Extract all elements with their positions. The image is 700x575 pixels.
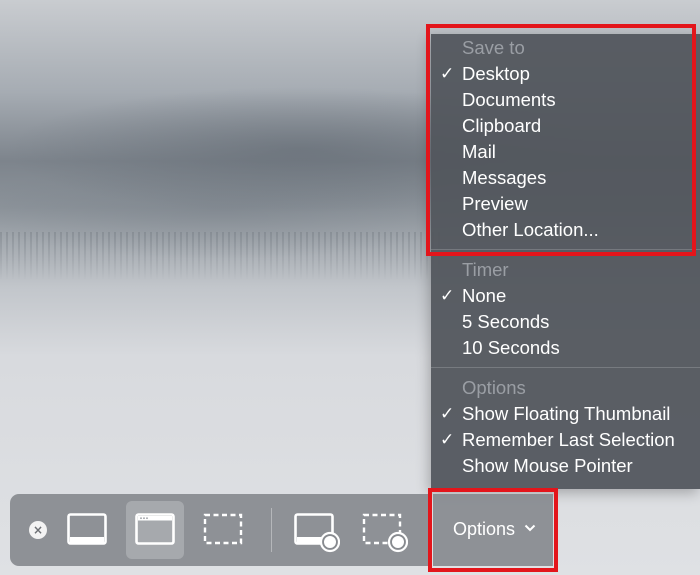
capture-selected-portion-button[interactable] [194,501,252,559]
menu-item-remember-last-selection[interactable]: ✓ Remember Last Selection [431,427,700,453]
capture-selected-window-icon [135,513,175,545]
close-icon[interactable]: × [29,521,47,539]
options-section: Options ✓ Show Floating Thumbnail ✓ Reme… [431,375,700,479]
menu-item-label: 5 Seconds [462,311,550,332]
capture-selected-portion-icon [203,513,243,545]
menu-item-show-mouse-pointer[interactable]: Show Mouse Pointer [431,453,700,479]
timer-section: Timer ✓ None 5 Seconds 10 Seconds [431,257,700,361]
record-selected-portion-icon [362,513,408,553]
capture-selected-window-button[interactable] [126,501,184,559]
options-button-highlight-box [428,488,558,572]
wallpaper-reeds [0,232,440,280]
checkmark-icon: ✓ [440,404,455,423]
menu-item-label: Remember Last Selection [462,429,675,450]
record-selected-portion-button[interactable] [353,501,411,559]
menu-item-label: Show Mouse Pointer [462,455,633,476]
options-header: Options [462,377,526,398]
menu-item-label: Show Floating Thumbnail [462,403,671,424]
record-entire-screen-button[interactable] [285,501,343,559]
menu-item-timer-10-seconds[interactable]: 10 Seconds [431,335,700,361]
menu-item-label: None [462,285,507,306]
menu-separator [431,367,700,368]
capture-entire-screen-icon [67,513,107,545]
record-entire-screen-icon [294,513,340,553]
timer-header: Timer [462,259,509,280]
toolbar-divider [271,508,272,552]
screenshot-toolbar: × [10,494,429,566]
menu-item-show-floating-thumbnail[interactable]: ✓ Show Floating Thumbnail [431,401,700,427]
menu-item-timer-5-seconds[interactable]: 5 Seconds [431,309,700,335]
menu-item-timer-none[interactable]: ✓ None [431,283,700,309]
menu-item-label: 10 Seconds [462,337,560,358]
capture-entire-screen-button[interactable] [58,501,116,559]
checkmark-icon: ✓ [440,430,455,449]
checkmark-icon: ✓ [440,286,455,305]
save-to-highlight-box [426,24,696,256]
